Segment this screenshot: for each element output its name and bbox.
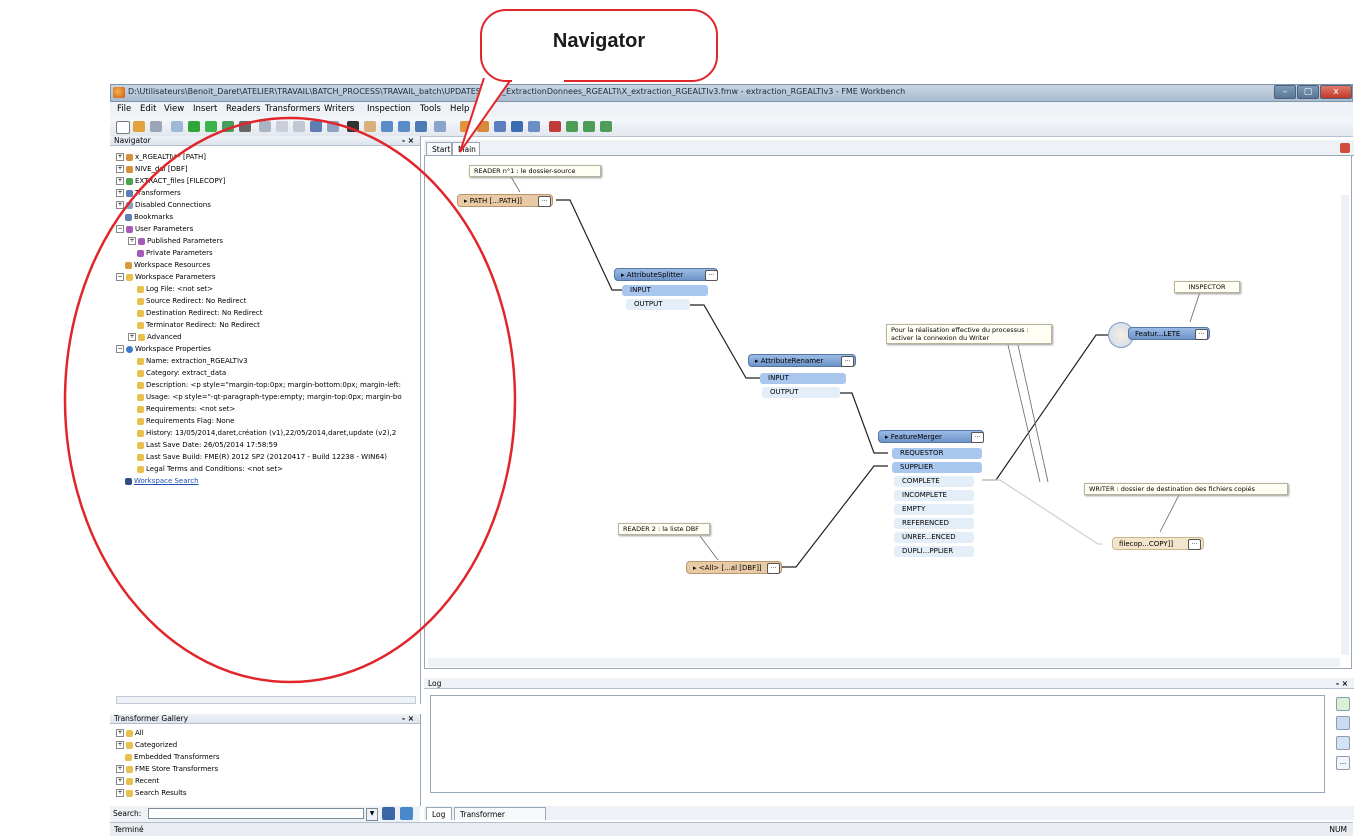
node-options-button[interactable]: ...: [767, 563, 780, 574]
merger-unreferenced-port[interactable]: UNREF...ENCED: [894, 532, 974, 543]
node-options-button[interactable]: ...: [1188, 539, 1201, 550]
merger-supplier-port[interactable]: SUPPLIER: [892, 462, 982, 473]
status-bar: Terminé NUM: [110, 822, 1353, 836]
merger-complete-port[interactable]: COMPLETE: [894, 476, 974, 487]
merger-referenced-port[interactable]: REFERENCED: [894, 518, 974, 529]
note-pointer-reader2: [699, 535, 719, 561]
connection-renamer-to-merger: [840, 392, 888, 454]
connection-dbf-to-merger: [782, 465, 888, 568]
merger-requestor-port[interactable]: REQUESTOR: [892, 448, 982, 459]
merger-incomplete-port[interactable]: INCOMPLETE: [894, 490, 974, 501]
node-options-button[interactable]: ...: [971, 432, 984, 443]
log-search-icon[interactable]: [1336, 716, 1350, 730]
tab-transformer-description[interactable]: Transformer Description: [454, 807, 546, 832]
callout-tail-join: [512, 78, 564, 84]
note-pointer-writer: [1007, 344, 1041, 483]
status-text: Terminé: [114, 825, 144, 834]
log-more-button[interactable]: ...: [1336, 756, 1350, 770]
node-feature-merger[interactable]: ▸ FeatureMerger: [878, 430, 984, 443]
connection-splitter-to-renamer: [690, 304, 760, 379]
annotation-writer-activation[interactable]: Pour la réalisation effective du process…: [886, 324, 1052, 344]
node-attribute-renamer[interactable]: ▸ AttributeRenamer: [748, 354, 856, 367]
node-options-button[interactable]: ...: [1195, 329, 1208, 340]
annotation-reader-2[interactable]: READER 2 : la liste DBF: [618, 523, 710, 535]
callout-label: Navigator: [552, 30, 646, 52]
splitter-output-port[interactable]: OUTPUT: [626, 299, 690, 310]
navigator-highlight-ellipse: [63, 116, 517, 684]
log-close-button[interactable]: - ×: [1336, 678, 1348, 689]
annotation-writer[interactable]: WRITER : dossier de destination des fich…: [1084, 483, 1288, 495]
log-filter-icon[interactable]: [1336, 697, 1350, 711]
node-attribute-splitter[interactable]: ▸ AttributeSplitter: [614, 268, 718, 281]
status-num-indicator: NUM: [1329, 825, 1347, 834]
log-header: Log - ×: [424, 678, 1354, 689]
note-pointer-writer-2: [1017, 344, 1049, 483]
canvas-vertical-scrollbar[interactable]: [1341, 195, 1349, 655]
log-find-next-icon[interactable]: [1336, 736, 1350, 750]
log-output-area[interactable]: [430, 695, 1325, 793]
merger-duplicate-supplier-port[interactable]: DUPLI...PPLIER: [894, 546, 974, 557]
annotation-inspector[interactable]: INSPECTOR: [1174, 281, 1240, 293]
node-options-button[interactable]: ...: [841, 356, 854, 367]
log-tab-bar: [424, 806, 1354, 820]
connection-path-to-splitter: [556, 199, 622, 291]
node-options-button[interactable]: ...: [705, 270, 718, 281]
node-options-button[interactable]: ...: [538, 196, 551, 207]
callout-pointer: [459, 78, 513, 153]
renamer-input-port[interactable]: INPUT: [760, 373, 846, 384]
renamer-output-port[interactable]: OUTPUT: [762, 387, 840, 398]
connection-merger-to-inspector: [982, 334, 1108, 481]
canvas-horizontal-scrollbar[interactable]: [428, 658, 1340, 667]
splitter-input-port[interactable]: INPUT: [622, 285, 708, 296]
note-pointer-inspector: [1189, 291, 1201, 323]
tab-log[interactable]: Log: [426, 807, 452, 820]
merger-empty-port[interactable]: EMPTY: [894, 504, 974, 515]
note-pointer-writer-note: [1159, 492, 1181, 533]
